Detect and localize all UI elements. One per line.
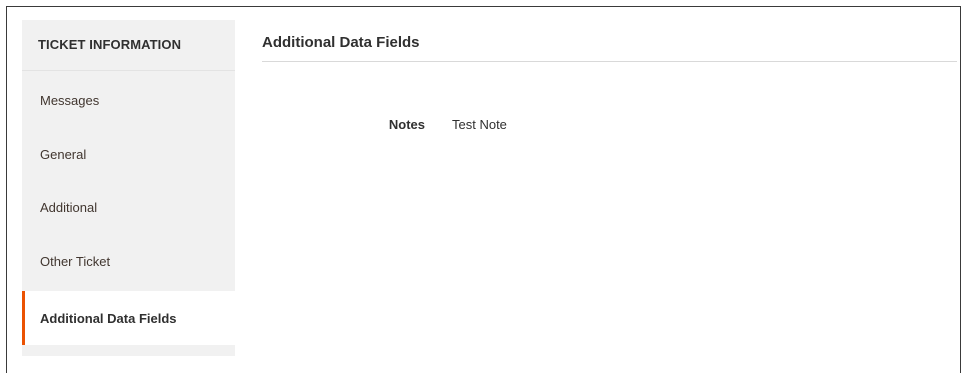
section-title: Additional Data Fields — [262, 34, 420, 51]
tab-additional-data-fields[interactable]: Additional Data Fields — [22, 291, 235, 345]
notes-value: Test Note — [452, 117, 507, 132]
tab-other-ticket[interactable]: Other Ticket — [22, 234, 235, 288]
tab-label: Messages — [40, 93, 100, 108]
tab-label: Additional Data Fields — [40, 311, 177, 326]
tab-label: Additional — [40, 200, 98, 215]
tab-general[interactable]: General — [22, 127, 235, 181]
sidebar-title: TICKET INFORMATION — [22, 20, 235, 71]
tab-label: General — [40, 147, 87, 162]
tab-messages[interactable]: Messages — [22, 73, 235, 127]
tab-additional[interactable]: Additional — [22, 180, 235, 234]
tab-label: Other Ticket — [40, 254, 111, 269]
notes-label: Notes — [388, 117, 425, 132]
ticket-info-sidebar: TICKET INFORMATION Messages General Addi… — [22, 20, 235, 356]
section-divider — [262, 61, 957, 62]
